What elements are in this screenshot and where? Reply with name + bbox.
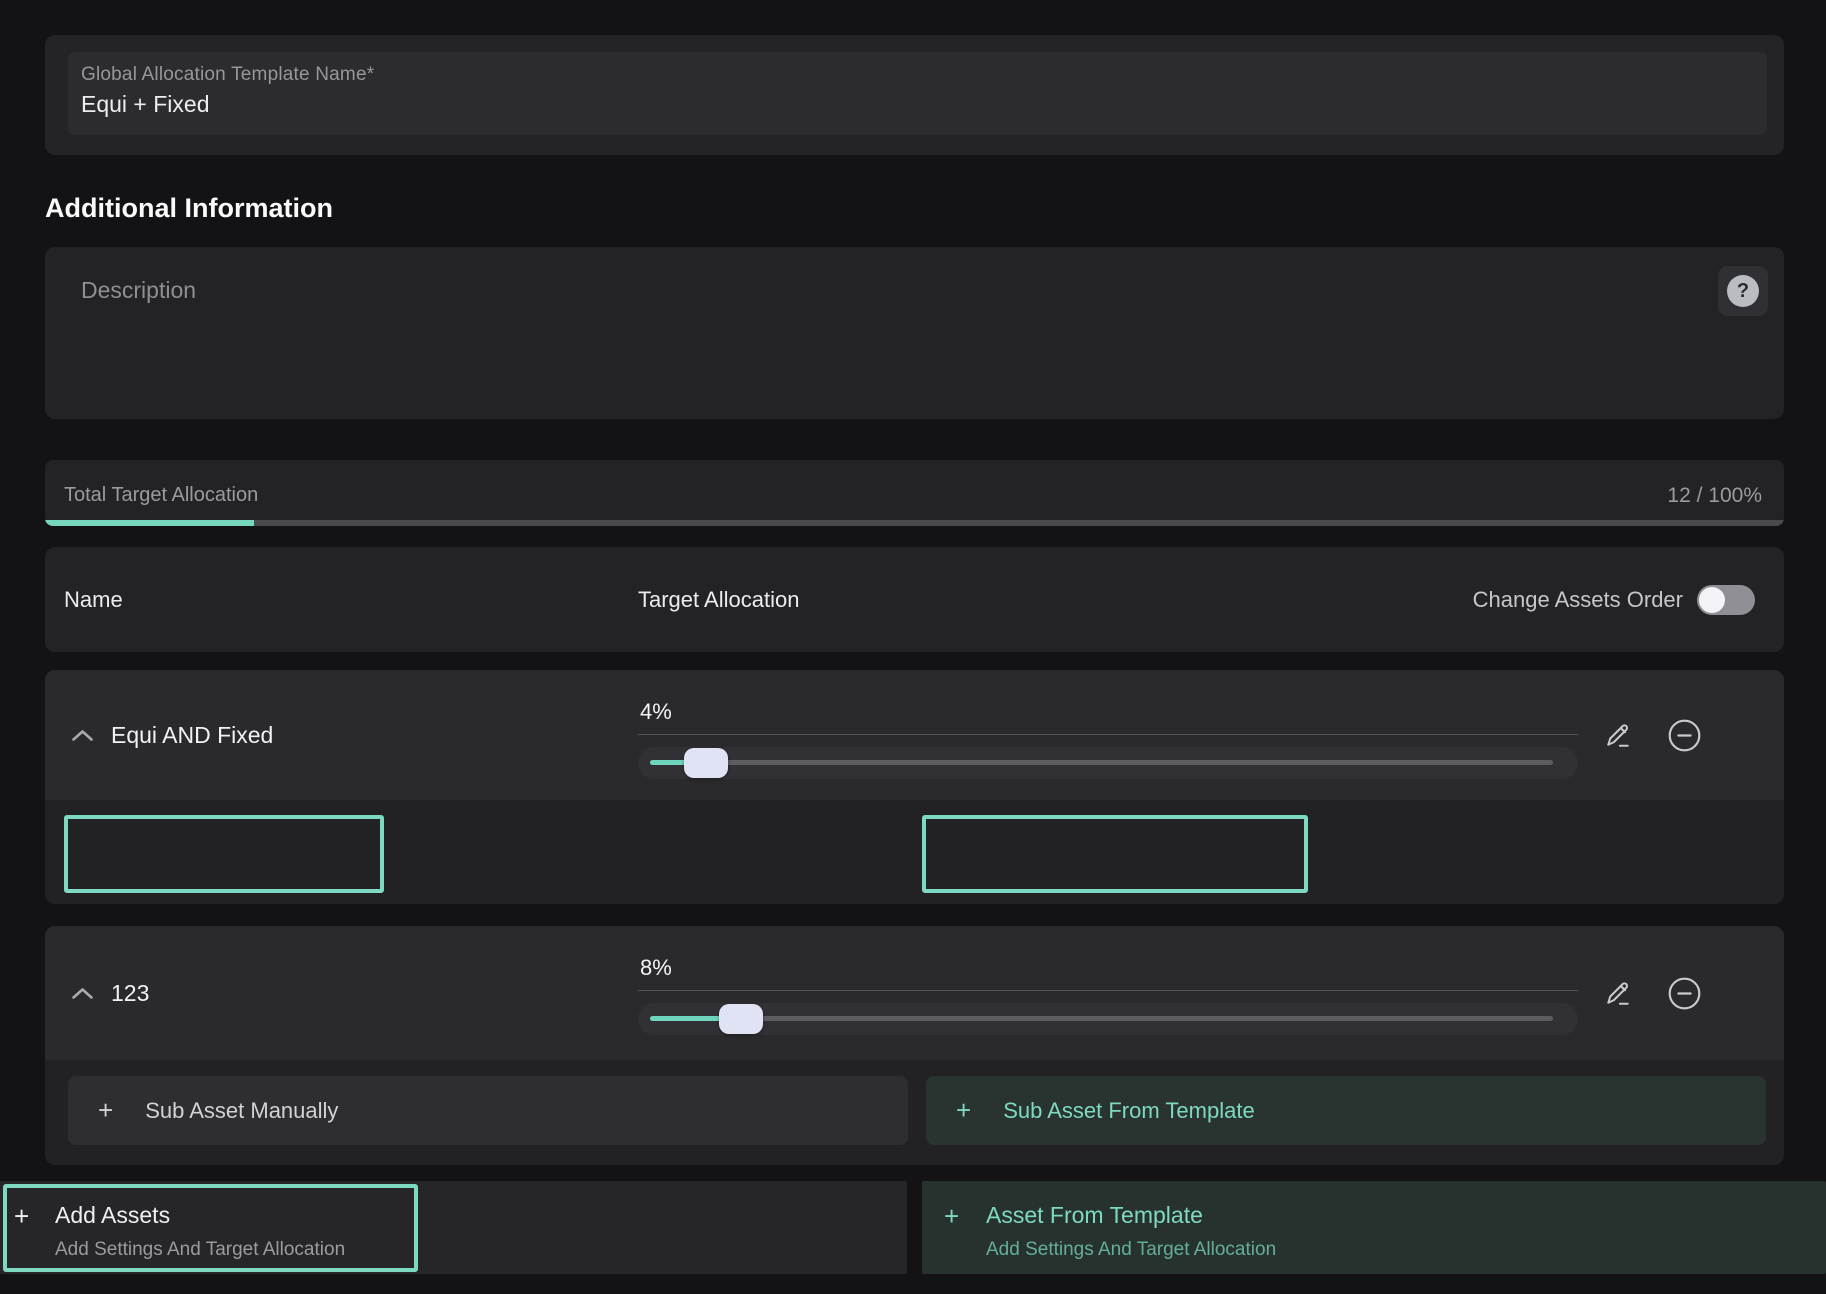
asset-row: 123 8% [45,926,1784,1165]
asset-row-main: 123 8% [45,926,1784,1060]
plus-icon: + [98,1095,113,1126]
template-name-label: Global Allocation Template Name* [81,64,1754,86]
allocation-divider [638,990,1578,991]
additional-information-heading: Additional Information [45,193,333,224]
toggle-knob [1699,587,1725,613]
total-target-allocation-label: Total Target Allocation [64,484,258,507]
allocation-template-page: Global Allocation Template Name* Additio… [0,0,1826,1294]
asset-row-actions: + Sub Asset Manually + Sub Asset From Te… [45,800,1784,904]
edit-pencil-icon[interactable] [1603,978,1633,1008]
target-allocation-slider[interactable] [638,1003,1578,1035]
remove-minus-icon[interactable] [1666,717,1703,754]
template-name-input[interactable] [81,91,1754,118]
total-target-allocation-value: 12 / 100% [1667,484,1762,508]
slider-thumb[interactable] [684,748,728,778]
slider-thumb[interactable] [719,1004,763,1034]
allocation-divider [638,734,1578,735]
asset-row-actions: + Sub Asset Manually + Sub Asset From Te… [45,1060,1784,1165]
target-allocation-value: 8% [640,955,672,981]
allocation-progress-track [45,520,1784,526]
allocation-progress-fill [45,520,254,526]
slider-fill [650,1016,722,1021]
slider-rail [650,760,1553,765]
plus-icon: + [944,1201,959,1232]
help-icon: ? [1727,275,1759,307]
add-assets-subtitle: Add Settings And Target Allocation [55,1239,345,1261]
sub-asset-from-template-button[interactable]: + Sub Asset From Template [926,1076,1766,1145]
target-allocation-slider[interactable] [638,747,1578,779]
sub-asset-manually-label: Sub Asset Manually [145,1098,338,1124]
chevron-up-icon[interactable] [71,987,94,1000]
sub-asset-from-template-label: Sub Asset From Template [1003,1098,1255,1124]
asset-row-main: Equi AND Fixed 4% [45,670,1784,800]
template-name-field[interactable]: Global Allocation Template Name* [68,52,1767,135]
description-panel: ? [45,247,1784,419]
column-header-target-allocation: Target Allocation [638,587,799,613]
template-name-panel: Global Allocation Template Name* [45,35,1784,155]
asset-name: Equi AND Fixed [111,722,273,749]
plus-icon: + [14,1201,29,1232]
plus-icon: + [956,1095,971,1126]
table-header: Name Target Allocation Change Assets Ord… [45,547,1784,652]
asset-name: 123 [111,980,149,1007]
add-assets-button[interactable]: + Add Assets Add Settings And Target All… [0,1181,907,1274]
target-allocation-value: 4% [640,699,672,725]
asset-row: Equi AND Fixed 4% [45,670,1784,904]
chevron-up-icon[interactable] [71,729,94,742]
description-textarea[interactable] [45,247,1784,419]
change-assets-order-label: Change Assets Order [1473,587,1683,613]
asset-from-template-button[interactable]: + Asset From Template Add Settings And T… [922,1181,1826,1274]
total-target-allocation-bar: Total Target Allocation 12 / 100% [45,460,1784,526]
add-assets-title: Add Assets [55,1202,170,1229]
column-header-name: Name [64,587,123,613]
remove-minus-icon[interactable] [1666,975,1703,1012]
change-assets-order-toggle[interactable] [1697,585,1755,615]
slider-fill [650,760,686,765]
slider-rail [650,1016,1553,1021]
asset-from-template-title: Asset From Template [986,1202,1203,1229]
sub-asset-manually-button[interactable]: + Sub Asset Manually [68,1076,908,1145]
asset-from-template-subtitle: Add Settings And Target Allocation [986,1239,1276,1261]
help-button[interactable]: ? [1718,266,1768,316]
edit-pencil-icon[interactable] [1603,720,1633,750]
